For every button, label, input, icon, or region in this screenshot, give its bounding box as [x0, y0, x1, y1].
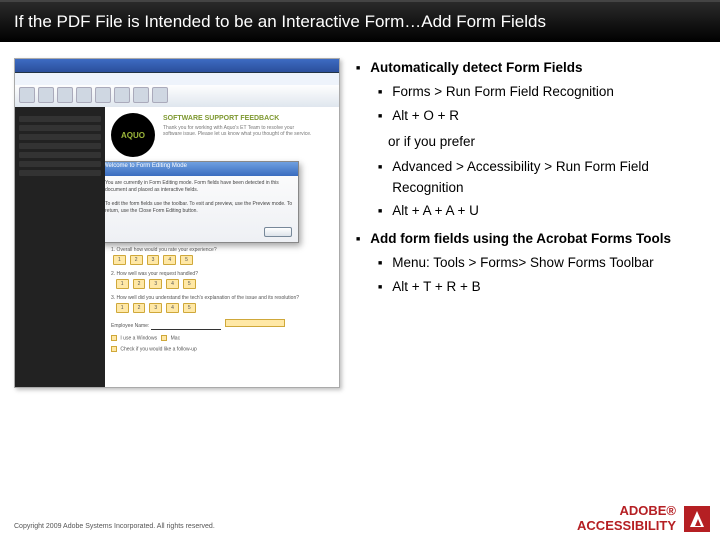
bullet-auto-detect: ■ Automatically detect Form Fields [356, 58, 706, 80]
acrobat-screenshot: AQUO SOFTWARE SUPPORT FEEDBACK Thank you… [14, 58, 340, 388]
brand-accessibility: ACCESSIBILITY [577, 519, 676, 534]
copyright-text: Copyright 2009 Adobe Systems Incorporate… [14, 523, 215, 534]
screenshot-column: AQUO SOFTWARE SUPPORT FEEDBACK Thank you… [14, 58, 344, 388]
bullet-add-form-fields: ■ Add form fields using the Acrobat Form… [356, 229, 706, 251]
slide-content: AQUO SOFTWARE SUPPORT FEEDBACK Thank you… [0, 42, 720, 388]
bullet-icon: ■ [378, 201, 382, 223]
window-chrome [15, 59, 339, 107]
form-editing-dialog: Welcome to Form Editing Mode You are cur… [105, 161, 299, 243]
bullet-icon: ■ [378, 277, 382, 299]
text-column: ■ Automatically detect Form Fields ■ For… [344, 58, 706, 388]
bullet-icon: ■ [378, 253, 382, 275]
bullet-icon: ■ [378, 157, 382, 199]
bullet-advanced-accessibility: ■ Advanced > Accessibility > Run Form Fi… [378, 157, 706, 199]
bullet-icon: ■ [356, 58, 360, 80]
bullet-icon: ■ [378, 82, 382, 104]
bullet-alt-o-r: ■ Alt + O + R [378, 106, 706, 128]
dialog-ok-button[interactable] [264, 227, 292, 237]
bullet-menu-tools-forms: ■ Menu: Tools > Forms> Show Forms Toolba… [378, 253, 706, 275]
form-fields-area: 1. Overall how would you rate your exper… [111, 247, 333, 358]
bullet-forms-run: ■ Forms > Run Form Field Recognition [378, 82, 706, 104]
nav-panel [15, 107, 105, 387]
aquo-logo-icon: AQUO [111, 113, 155, 157]
bullet-alt-a-a-u: ■ Alt + A + A + U [378, 201, 706, 223]
bullet-icon: ■ [356, 229, 360, 251]
bullet-alt-t-r-b: ■ Alt + T + R + B [378, 277, 706, 299]
brand-block: ADOBE® ACCESSIBILITY [577, 504, 710, 534]
brand-adobe: ADOBE® [577, 504, 676, 519]
document-area: AQUO SOFTWARE SUPPORT FEEDBACK Thank you… [105, 107, 339, 387]
doc-heading: SOFTWARE SUPPORT FEEDBACK [163, 115, 279, 122]
slide-footer: Copyright 2009 Adobe Systems Incorporate… [0, 494, 720, 540]
dialog-title: Welcome to Form Editing Mode [105, 162, 298, 176]
bullet-icon: ■ [378, 106, 382, 128]
doc-subheading: Thank you for working with Aquo's ET Tea… [163, 125, 313, 137]
adobe-logo-icon [684, 506, 710, 532]
or-prefer-text: or if you prefer [388, 132, 706, 153]
slide-title: If the PDF File is Intended to be an Int… [0, 0, 720, 42]
